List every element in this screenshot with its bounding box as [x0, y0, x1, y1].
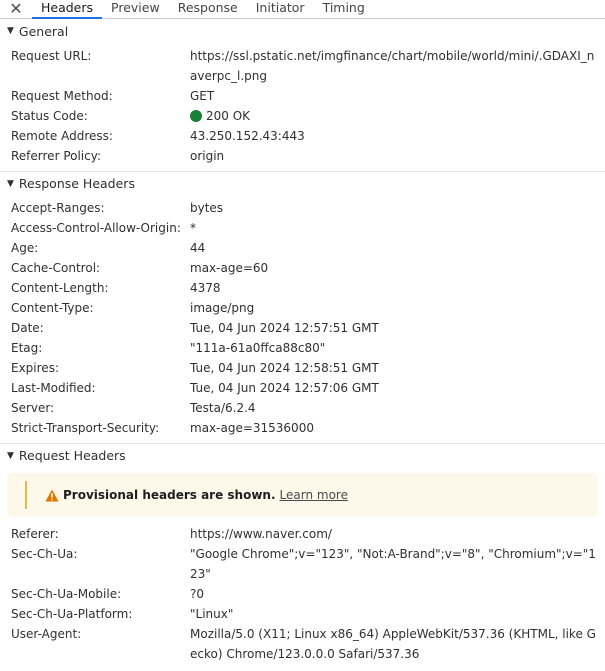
header-value: Mozilla/5.0 (X11; Linux x86_64) AppleWeb…	[190, 627, 596, 661]
header-row: Remote Address: 43.250.152.43:443	[0, 126, 605, 146]
header-row: Referer: https://www.naver.com/	[0, 524, 605, 544]
header-value: image/png	[190, 301, 255, 315]
header-row: Server: Testa/6.2.4	[0, 398, 605, 418]
header-value: bytes	[190, 201, 224, 215]
header-key: Content-Length:	[11, 281, 109, 295]
tab-headers[interactable]: Headers	[32, 0, 103, 19]
header-key: Request URL:	[11, 49, 92, 63]
header-key: Strict-Transport-Security:	[11, 421, 160, 435]
header-key: Sec-Ch-Ua-Platform:	[11, 607, 133, 621]
header-key: Status Code:	[11, 109, 88, 123]
header-row: Sec-Ch-Ua: "Google Chrome";v="123", "Not:…	[0, 544, 605, 584]
header-value: 4378	[190, 281, 221, 295]
section-header-general[interactable]: ▼ General	[0, 19, 605, 43]
header-row: Expires: Tue, 04 Jun 2024 12:58:51 GMT	[0, 358, 605, 378]
header-key: Remote Address:	[11, 129, 113, 143]
header-value: 44	[190, 241, 206, 255]
header-row: Access-Control-Allow-Origin: *	[0, 218, 605, 238]
close-icon[interactable]: ✕	[0, 0, 32, 18]
header-value: ?0	[190, 587, 205, 601]
header-row: Accept-Ranges: bytes	[0, 198, 605, 218]
tab-response[interactable]: Response	[169, 0, 247, 18]
section-title: General	[18, 23, 69, 39]
header-row: User-Agent: Mozilla/5.0 (X11; Linux x86_6…	[0, 624, 605, 664]
response-headers-section: Accept-Ranges: bytes Access-Control-Allow-…	[0, 195, 605, 443]
header-key: Referrer Policy:	[11, 149, 101, 163]
header-row: Referrer Policy: origin	[0, 146, 605, 166]
collapse-triangle-icon: ▼	[7, 26, 14, 36]
header-value: Tue, 04 Jun 2024 12:57:06 GMT	[190, 381, 379, 395]
header-value: Testa/6.2.4	[190, 401, 256, 415]
header-value: max-age=60	[190, 261, 269, 275]
header-key: Sec-Ch-Ua:	[11, 547, 78, 561]
header-value: 43.250.152.43:443	[190, 129, 305, 143]
header-value: "111a-61a0ffca88c80"	[190, 341, 326, 355]
header-key: Accept-Ranges:	[11, 201, 105, 215]
status-text: 200 OK	[206, 109, 251, 123]
header-value: https://www.naver.com/	[190, 527, 332, 541]
header-key: Cache-Control:	[11, 261, 101, 275]
header-value: Tue, 04 Jun 2024 12:57:51 GMT	[190, 321, 379, 335]
collapse-triangle-icon: ▼	[7, 450, 14, 461]
header-key: Sec-Ch-Ua-Mobile:	[11, 587, 122, 601]
header-key: Server:	[11, 401, 55, 415]
tab-timing[interactable]: Timing	[314, 0, 374, 18]
header-row: Etag: "111a-61a0ffca88c80"	[0, 338, 605, 358]
header-row: Cache-Control: max-age=60	[0, 258, 605, 278]
header-key: Access-Control-Allow-Origin:	[11, 221, 181, 235]
header-key: User-Agent:	[11, 627, 82, 641]
header-key: Age:	[11, 241, 39, 255]
section-header-request-headers[interactable]: ▼ Request Headers	[0, 443, 605, 467]
request-headers-section: Referer: https://www.naver.com/Sec-Ch-Ua:…	[0, 521, 605, 669]
header-key: Request Method:	[11, 89, 113, 103]
tab-initiator[interactable]: Initiator	[247, 0, 314, 18]
header-value: origin	[190, 149, 225, 163]
provisional-banner-wrap: Provisional headers are shown. Learn mor…	[0, 467, 605, 521]
header-value: https://ssl.pstatic.net/imgfinance/chart…	[190, 49, 595, 83]
header-row: Request Method: GET	[0, 86, 605, 106]
header-value: GET	[190, 89, 215, 103]
collapse-triangle-icon: ▼	[7, 178, 14, 189]
warning-icon	[45, 489, 59, 502]
header-row: Sec-Ch-Ua-Platform: "Linux"	[0, 604, 605, 624]
header-value: "Linux"	[190, 607, 234, 621]
status-value: 200 OK	[190, 106, 605, 126]
learn-more-link[interactable]: Learn more	[280, 488, 348, 502]
banner-message: Provisional headers are shown.	[63, 488, 276, 502]
header-key: Content-Type:	[11, 301, 94, 315]
provisional-headers-banner: Provisional headers are shown. Learn mor…	[7, 473, 598, 517]
header-key: Last-Modified:	[11, 381, 96, 395]
header-row: Last-Modified: Tue, 04 Jun 2024 12:57:06 …	[0, 378, 605, 398]
status-ok-icon	[190, 110, 202, 122]
header-value: max-age=31536000	[190, 421, 314, 435]
header-value: Tue, 04 Jun 2024 12:58:51 GMT	[190, 361, 379, 375]
tab-bar: ✕ Headers Preview Response Initiator Tim…	[0, 0, 605, 19]
header-value: "Google Chrome";v="123", "Not:A-Brand";v…	[190, 547, 596, 581]
header-row: Date: Tue, 04 Jun 2024 12:57:51 GMT	[0, 318, 605, 338]
header-row: Strict-Transport-Security: max-age=315360…	[0, 418, 605, 438]
section-title: Request Headers	[18, 448, 126, 463]
header-row: Content-Type: image/png	[0, 298, 605, 318]
header-row: Content-Length: 4378	[0, 278, 605, 298]
header-row: Status Code: 200 OK	[0, 106, 605, 126]
header-key: Date:	[11, 321, 44, 335]
header-row: Request URL: https://ssl.pstatic.net/img…	[0, 46, 605, 86]
section-header-response-headers[interactable]: ▼ Response Headers	[0, 171, 605, 195]
header-row: Sec-Ch-Ua-Mobile: ?0	[0, 584, 605, 604]
header-row: Age: 44	[0, 238, 605, 258]
header-key: Referer:	[11, 527, 59, 541]
header-value: *	[190, 221, 196, 235]
section-title: Response Headers	[18, 176, 135, 191]
header-key: Expires:	[11, 361, 59, 375]
header-key: Etag:	[11, 341, 43, 355]
general-section: Request URL: https://ssl.pstatic.net/img…	[0, 43, 605, 171]
tab-preview[interactable]: Preview	[102, 0, 169, 18]
